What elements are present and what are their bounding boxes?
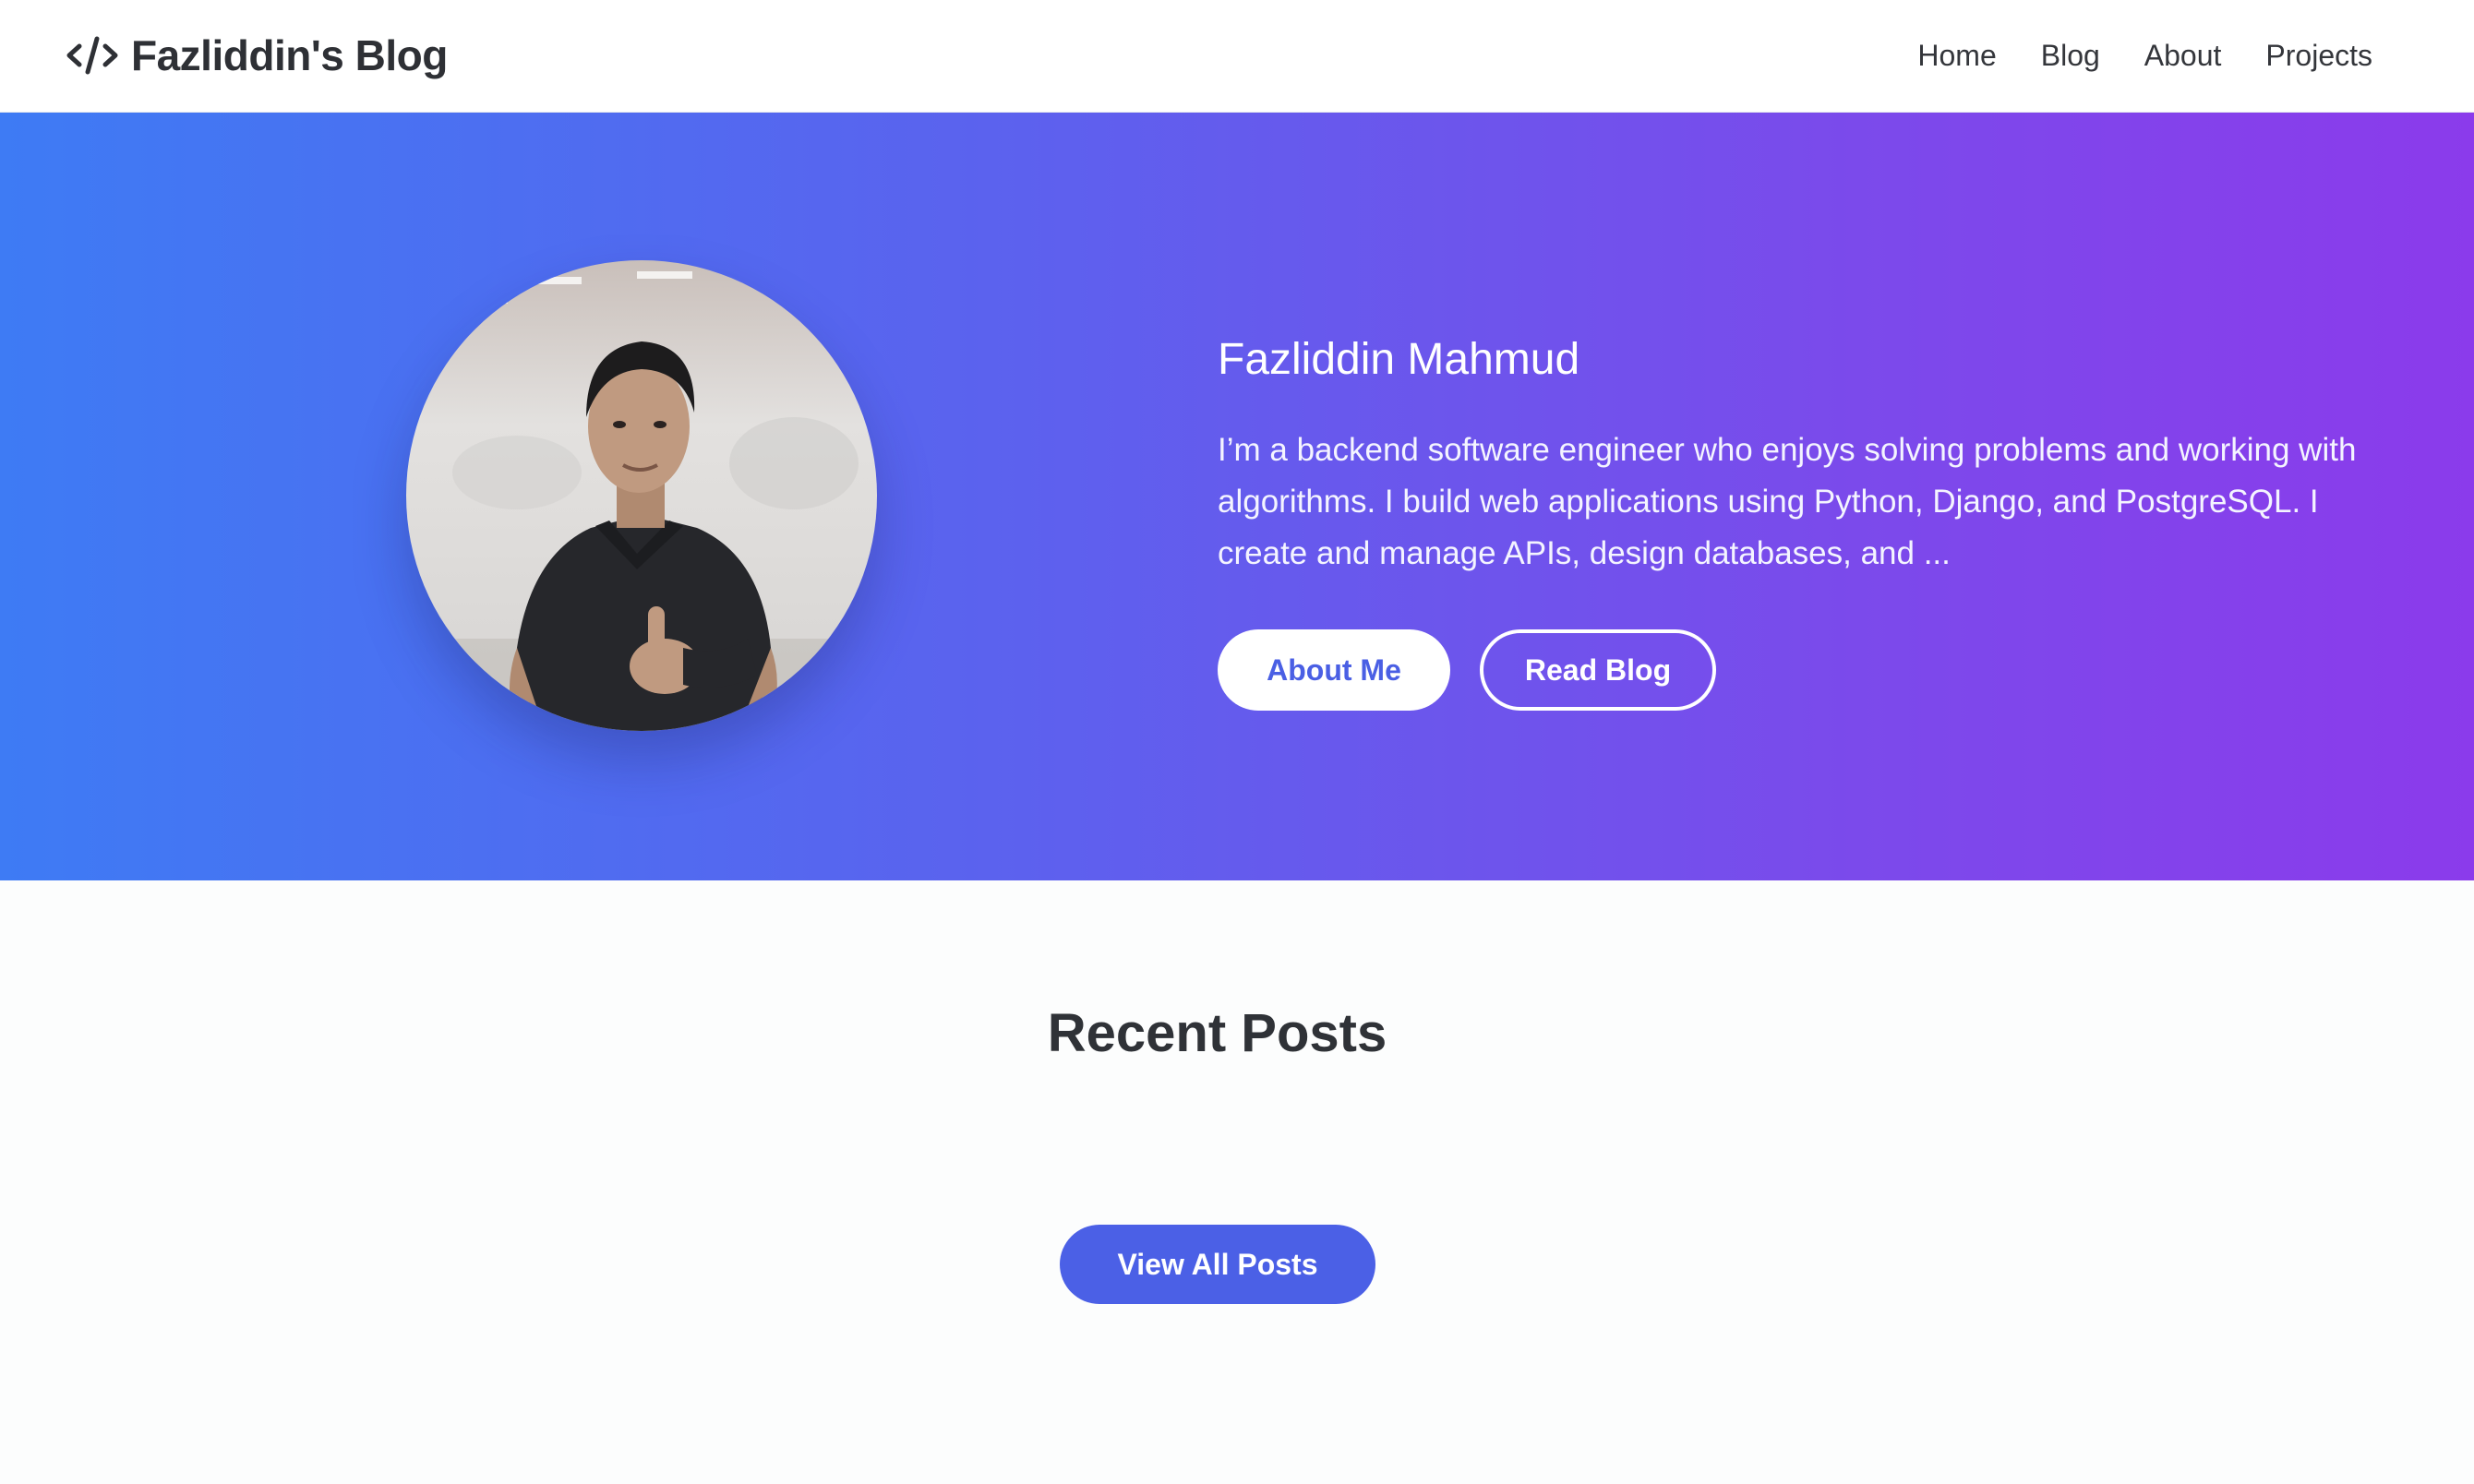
brand-link[interactable]: Fazliddin's Blog	[63, 26, 448, 85]
hero-bio: I’m a backend software engineer who enjo…	[1218, 432, 2357, 571]
nav-blog[interactable]: Blog	[2041, 39, 2100, 73]
nav-home[interactable]: Home	[1917, 39, 1996, 73]
main-nav: Home Blog About Projects	[1917, 28, 2372, 83]
brand-name: Fazliddin's Blog	[131, 31, 448, 79]
about-me-button[interactable]: About Me	[1218, 629, 1450, 711]
site-header: Fazliddin's Blog Home Blog About Project…	[0, 0, 2474, 113]
nav-projects[interactable]: Projects	[2265, 39, 2372, 73]
avatar	[406, 260, 877, 731]
code-icon	[66, 36, 118, 75]
hero-buttons: About Me Read Blog	[1218, 629, 1716, 711]
hero-section: Fazliddin Mahmud I’m a backend software …	[0, 113, 2474, 880]
hero-text: Fazliddin Mahmud I’m a backend software …	[1218, 332, 2362, 580]
recent-posts-title: Recent Posts	[1047, 1003, 1387, 1063]
nav-about[interactable]: About	[2144, 39, 2222, 73]
hero-name: Fazliddin Mahmud	[1218, 335, 1580, 384]
profile-photo	[406, 260, 877, 731]
view-all-posts-button[interactable]: View All Posts	[1060, 1225, 1375, 1304]
read-blog-button[interactable]: Read Blog	[1480, 629, 1716, 711]
